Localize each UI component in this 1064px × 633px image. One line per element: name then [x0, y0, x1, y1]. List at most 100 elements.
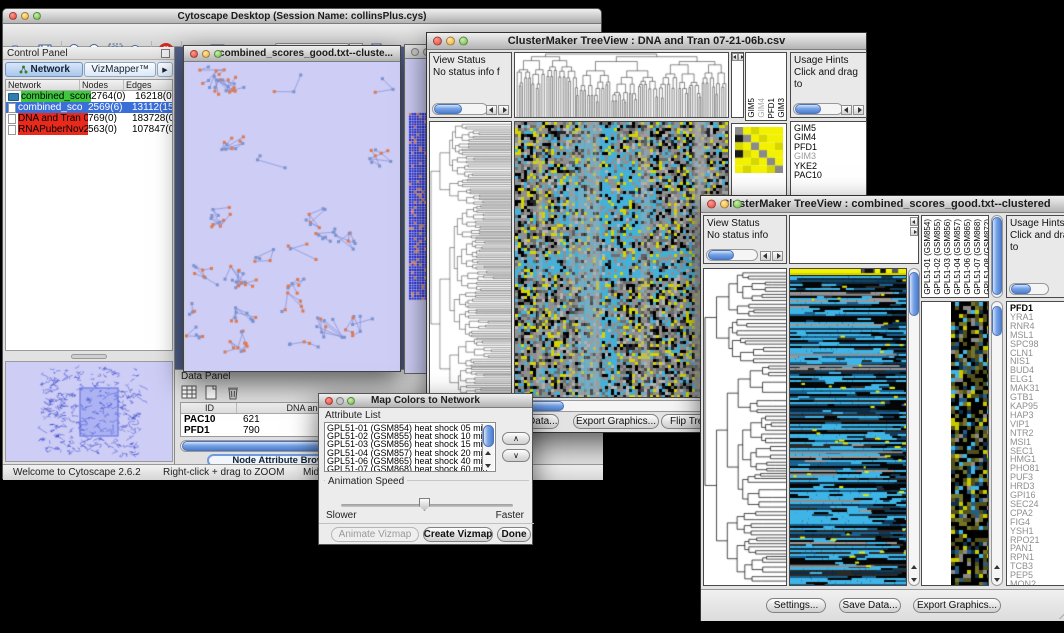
close-icon[interactable] [9, 12, 17, 20]
scroll-left-button[interactable] [910, 217, 918, 226]
heatmap-vscrollbar[interactable] [908, 268, 920, 586]
heatmap-canvas[interactable] [515, 122, 728, 397]
tab-vizmapper[interactable]: VizMapper™ [84, 62, 156, 77]
usage-hints-hscrollbar[interactable] [1009, 283, 1049, 295]
view-status-hscrollbar[interactable] [706, 249, 758, 261]
network-canvas[interactable] [185, 62, 400, 371]
control-panel-header: Control Panel [3, 47, 174, 60]
birdseye-view[interactable] [5, 361, 173, 462]
tab-network[interactable]: Network [5, 62, 83, 77]
col-edges[interactable]: Edges [124, 80, 172, 90]
dialog-titlebar[interactable]: Map Colors to Network [319, 394, 532, 408]
window-controls[interactable] [9, 12, 41, 20]
animate-vizmap-button[interactable]: Animate Vizmap [331, 527, 419, 542]
heatmap-canvas[interactable] [790, 269, 906, 585]
close-icon[interactable] [433, 37, 442, 46]
move-up-button[interactable]: ∧ [502, 432, 530, 445]
scroll-right-button[interactable] [853, 105, 864, 115]
zoom-window-icon[interactable] [214, 50, 222, 58]
heatmap-panel[interactable] [789, 268, 907, 586]
usage-hints-hscrollbar[interactable] [793, 103, 843, 115]
labels-vscrollbar[interactable] [991, 215, 1003, 298]
zoom-window-icon[interactable] [733, 200, 742, 209]
row-dendrogram-panel[interactable] [429, 121, 512, 398]
zoom-heatmap-canvas[interactable] [951, 302, 989, 585]
settings-button[interactable]: Settings... [766, 598, 826, 613]
scroll-right-button[interactable] [738, 53, 744, 61]
view-status-title: View Status [707, 218, 783, 230]
chevron-right-icon: ▶ [162, 66, 167, 74]
create-vizmap-button[interactable]: Create Vizmap [423, 527, 493, 542]
resize-grip[interactable] [1059, 607, 1064, 619]
close-icon[interactable] [707, 200, 716, 209]
scroll-up-button[interactable] [909, 563, 919, 573]
attribute-list-vscrollbar[interactable] [482, 424, 494, 470]
tab-vizmapper-label: VizMapper™ [91, 64, 149, 75]
export-graphics-button[interactable]: Export Graphics... [913, 598, 1001, 613]
gene-label[interactable]: MON2 [1010, 580, 1064, 586]
scroll-up-button[interactable] [483, 449, 493, 459]
delete-attribute-trash-icon[interactable] [225, 385, 241, 400]
attribute-item[interactable]: GPL51-07 (GSM868) heat shock 60 min [327, 465, 493, 472]
export-graphics-button[interactable]: Export Graphics... [573, 414, 659, 429]
col-nodes[interactable]: Nodes [80, 80, 124, 90]
save-data-button[interactable]: Save Data... [839, 598, 901, 613]
network-row[interactable]: combined_sco2569(6)13112(15) [6, 102, 172, 113]
network-table-header[interactable]: Network Nodes Edges [6, 80, 172, 91]
col-id[interactable]: ID [181, 403, 237, 413]
view-status-hscrollbar[interactable] [432, 103, 488, 115]
row-dendrogram-panel[interactable] [703, 268, 787, 586]
button-divider [319, 523, 534, 524]
divider-handle[interactable] [71, 354, 107, 359]
float-panel-icon[interactable] [161, 49, 170, 58]
minimize-icon[interactable] [720, 200, 729, 209]
treeview-dna-titlebar[interactable]: ClusterMaker TreeView : DNA and Tran 07-… [427, 33, 866, 50]
close-icon[interactable] [325, 397, 333, 405]
scroll-left-button[interactable] [760, 251, 771, 261]
treeview-combined-titlebar[interactable]: ClusterMaker TreeView : combined_scores_… [701, 196, 1064, 213]
scroll-right-button[interactable] [498, 105, 509, 115]
column-dendrogram-canvas[interactable] [515, 53, 728, 117]
zoom-heatmap-panel[interactable] [921, 301, 989, 586]
col-network[interactable]: Network [6, 80, 80, 90]
scroll-down-button[interactable] [992, 574, 1002, 584]
row-dendrogram-canvas[interactable] [704, 269, 786, 585]
attribute-table-icon[interactable] [181, 385, 197, 400]
network-row[interactable]: combined_scores2764(0)16218(0) [6, 91, 172, 102]
genes-vscrollbar[interactable] [991, 301, 1003, 586]
heatmap-panel[interactable] [514, 121, 729, 398]
close-icon[interactable] [411, 48, 419, 56]
network-row[interactable]: DNA and Tran 07769(0)183728(0) [6, 113, 172, 124]
close-icon[interactable] [190, 50, 198, 58]
column-dendrogram-panel[interactable] [514, 52, 729, 118]
main-titlebar[interactable]: Cytoscape Desktop (Session Name: collins… [3, 9, 601, 24]
move-down-button[interactable]: ∨ [502, 449, 530, 462]
scroll-down-button[interactable] [909, 574, 919, 584]
zoom-heatmap-canvas[interactable] [735, 127, 783, 173]
column-dendrogram-panel[interactable] [789, 215, 919, 264]
birdseye-canvas[interactable] [6, 362, 172, 461]
control-panel: Control Panel Network VizMapper™ ▶ Netwo… [3, 47, 175, 464]
scroll-down-button[interactable] [483, 460, 493, 470]
scroll-left-button[interactable] [841, 105, 852, 115]
minimize-icon[interactable] [21, 12, 29, 20]
minimize-icon[interactable] [446, 37, 455, 46]
usage-hints-panel: Usage Hints Click and drag to [790, 52, 867, 118]
new-attribute-icon[interactable] [203, 385, 219, 400]
scroll-left-button[interactable] [486, 105, 497, 115]
scroll-up-button[interactable] [992, 563, 1002, 573]
tab-overflow-button[interactable]: ▶ [157, 62, 173, 77]
scroll-right-button[interactable] [772, 251, 783, 261]
network-row[interactable]: RNAPuberNov2+563(0)107847(0) [6, 124, 172, 135]
zoom-window-icon[interactable] [33, 12, 41, 20]
row-dendrogram-canvas[interactable] [430, 122, 511, 397]
minimize-icon[interactable] [336, 397, 344, 405]
done-button[interactable]: Done [497, 527, 531, 542]
zoom-window-icon[interactable] [459, 37, 468, 46]
zoom-window-icon[interactable] [347, 397, 355, 405]
speed-slider-thumb[interactable] [419, 498, 430, 511]
network-view-titlebar[interactable]: combined_scores_good.txt--cluste... [184, 46, 400, 62]
treeview-combined-title: ClusterMaker TreeView : combined_scores_… [721, 198, 1050, 210]
minimize-icon[interactable] [202, 50, 210, 58]
scroll-right-button[interactable] [910, 227, 918, 236]
